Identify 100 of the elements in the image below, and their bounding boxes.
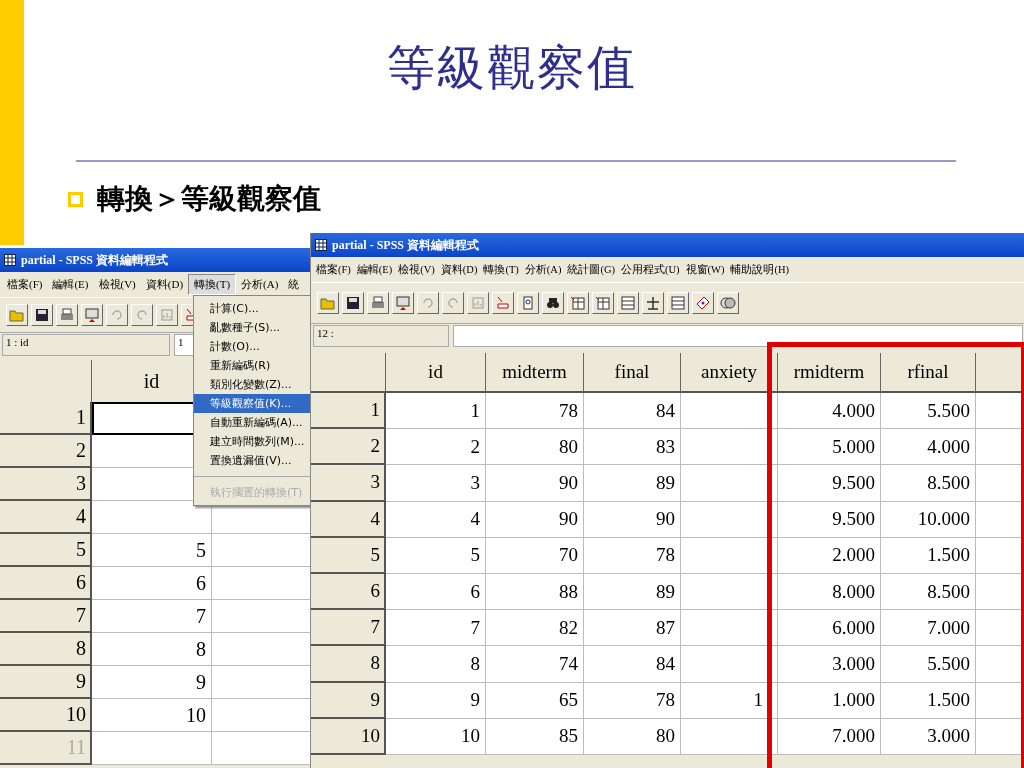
row-header[interactable]: 3 — [0, 468, 92, 501]
table-cell: 7.000 — [881, 610, 976, 647]
menu-item[interactable]: 檢視(V) — [93, 275, 141, 294]
undo-icon[interactable] — [106, 304, 128, 326]
folder-icon[interactable] — [6, 304, 28, 326]
row-header[interactable]: 10 — [0, 699, 92, 732]
row-header[interactable]: 2 — [0, 435, 92, 468]
row-header[interactable]: 10 — [311, 718, 386, 755]
cell-reference: 12 : — [313, 325, 449, 347]
table-cell: 5 — [386, 537, 486, 574]
menu-item[interactable]: 檔案(F) — [313, 260, 354, 279]
column-header[interactable]: midterm — [486, 353, 584, 393]
grid-icon[interactable] — [617, 292, 639, 314]
row-header[interactable]: 9 — [311, 682, 386, 719]
printer-icon[interactable] — [56, 304, 78, 326]
menu-item[interactable]: 建立時間數列(M)... — [194, 432, 310, 451]
table-cell: 82 — [486, 610, 584, 647]
folder-icon[interactable] — [317, 292, 339, 314]
save-icon[interactable] — [31, 304, 53, 326]
column-header[interactable]: final — [584, 353, 681, 393]
column-header[interactable]: id — [386, 353, 486, 393]
table-icon — [315, 239, 327, 251]
menu-item[interactable]: 視窗(W) — [682, 260, 728, 279]
cell-value-field[interactable] — [453, 325, 1023, 347]
grid-icon[interactable] — [667, 292, 689, 314]
table-cell: 78 — [486, 393, 584, 430]
menu-item[interactable]: 檢視(V) — [395, 260, 438, 279]
monitor-icon[interactable] — [392, 292, 414, 314]
chart-icon[interactable] — [156, 304, 178, 326]
window-title: partial - SPSS 資料編輯程式 — [332, 236, 479, 254]
table-cell: 70 — [486, 537, 584, 574]
row-header[interactable]: 7 — [311, 610, 386, 647]
table-cell: 1.500 — [881, 682, 976, 719]
menu-item[interactable]: 編輯(E) — [353, 260, 396, 279]
redo-icon[interactable] — [442, 292, 464, 314]
menu-item[interactable]: 等級觀察值(K)... — [194, 394, 310, 413]
row-header[interactable]: 3 — [311, 465, 386, 502]
table-cell: 9 — [386, 682, 486, 719]
row-header[interactable]: 6 — [0, 567, 92, 600]
printer-icon[interactable] — [367, 292, 389, 314]
circles-icon[interactable] — [717, 292, 739, 314]
tag-icon[interactable] — [692, 292, 714, 314]
scale-icon[interactable] — [642, 292, 664, 314]
menu-item[interactable]: 統 — [283, 275, 305, 294]
table-cell: 83 — [584, 429, 681, 466]
cell-reference: 1 : id — [2, 334, 170, 356]
table-cell: 8.000 — [778, 573, 881, 611]
column-header[interactable]: anxiety — [681, 353, 778, 393]
row-header[interactable]: 5 — [0, 534, 92, 567]
menu-item[interactable]: 分析(A) — [521, 260, 565, 279]
column-header[interactable]: rmidterm — [778, 353, 881, 393]
menu-item[interactable]: 轉換(T) — [188, 274, 237, 295]
table-cell — [976, 610, 1024, 647]
row-header[interactable]: 1 — [0, 402, 92, 435]
save-icon[interactable] — [342, 292, 364, 314]
table-cell: 5 — [92, 534, 212, 567]
row-header[interactable]: 2 — [311, 429, 386, 466]
row-header[interactable]: 8 — [0, 633, 92, 666]
menu-item[interactable]: 轉換(T) — [480, 260, 522, 279]
menu-item[interactable]: 計數(O)... — [194, 337, 310, 356]
menu-item[interactable]: 檔案(F) — [2, 275, 48, 294]
table-cell — [976, 465, 1024, 502]
arrow-bar-icon[interactable] — [492, 292, 514, 314]
table-cell: 5.000 — [778, 429, 881, 466]
column-header[interactable]: rfinal — [881, 353, 976, 393]
menu-item[interactable]: 資料(D) — [437, 260, 481, 279]
table-cell: 74 — [486, 646, 584, 683]
table-cell — [976, 393, 1024, 430]
question-icon[interactable] — [517, 292, 539, 314]
binoculars-icon[interactable] — [542, 292, 564, 314]
row-header[interactable]: 1 — [311, 393, 386, 430]
table-cell: 2 — [386, 429, 486, 466]
row-header[interactable]: 4 — [0, 501, 92, 534]
table-cell: 6 — [386, 573, 486, 611]
redo-icon[interactable] — [131, 304, 153, 326]
row-header[interactable]: 7 — [0, 600, 92, 633]
table-cell: 88 — [486, 573, 584, 611]
menu-item[interactable]: 編輯(E) — [47, 275, 94, 294]
menu-item[interactable]: 資料(D) — [140, 275, 189, 294]
table-cell: 9.500 — [778, 501, 881, 538]
menu-item[interactable]: 自動重新編碼(A)... — [194, 413, 310, 432]
row-header[interactable]: 5 — [311, 537, 386, 574]
undo-icon[interactable] — [417, 292, 439, 314]
table-cell: 65 — [486, 682, 584, 719]
monitor-icon[interactable] — [81, 304, 103, 326]
row-header[interactable]: 4 — [311, 501, 386, 538]
table-insert-icon[interactable] — [567, 292, 589, 314]
row-header[interactable]: 8 — [311, 646, 386, 683]
table-insert-icon[interactable] — [592, 292, 614, 314]
menu-item[interactable]: 輔助說明(H) — [727, 260, 793, 279]
menu-item[interactable]: 統計圖(G) — [564, 260, 618, 279]
row-header[interactable]: 6 — [311, 573, 386, 611]
chart-icon[interactable] — [467, 292, 489, 314]
menu-item[interactable]: 計算(C)... — [194, 299, 310, 318]
menu-item[interactable]: 公用程式(U) — [618, 260, 683, 279]
row-header[interactable]: 9 — [0, 666, 92, 699]
menu-item[interactable]: 置換遺漏值(V)... — [194, 451, 310, 470]
table-cell: 80 — [584, 718, 681, 755]
menu-item[interactable]: 亂數種子(S)... — [194, 318, 310, 337]
menu-item[interactable]: 分析(A) — [236, 275, 284, 294]
